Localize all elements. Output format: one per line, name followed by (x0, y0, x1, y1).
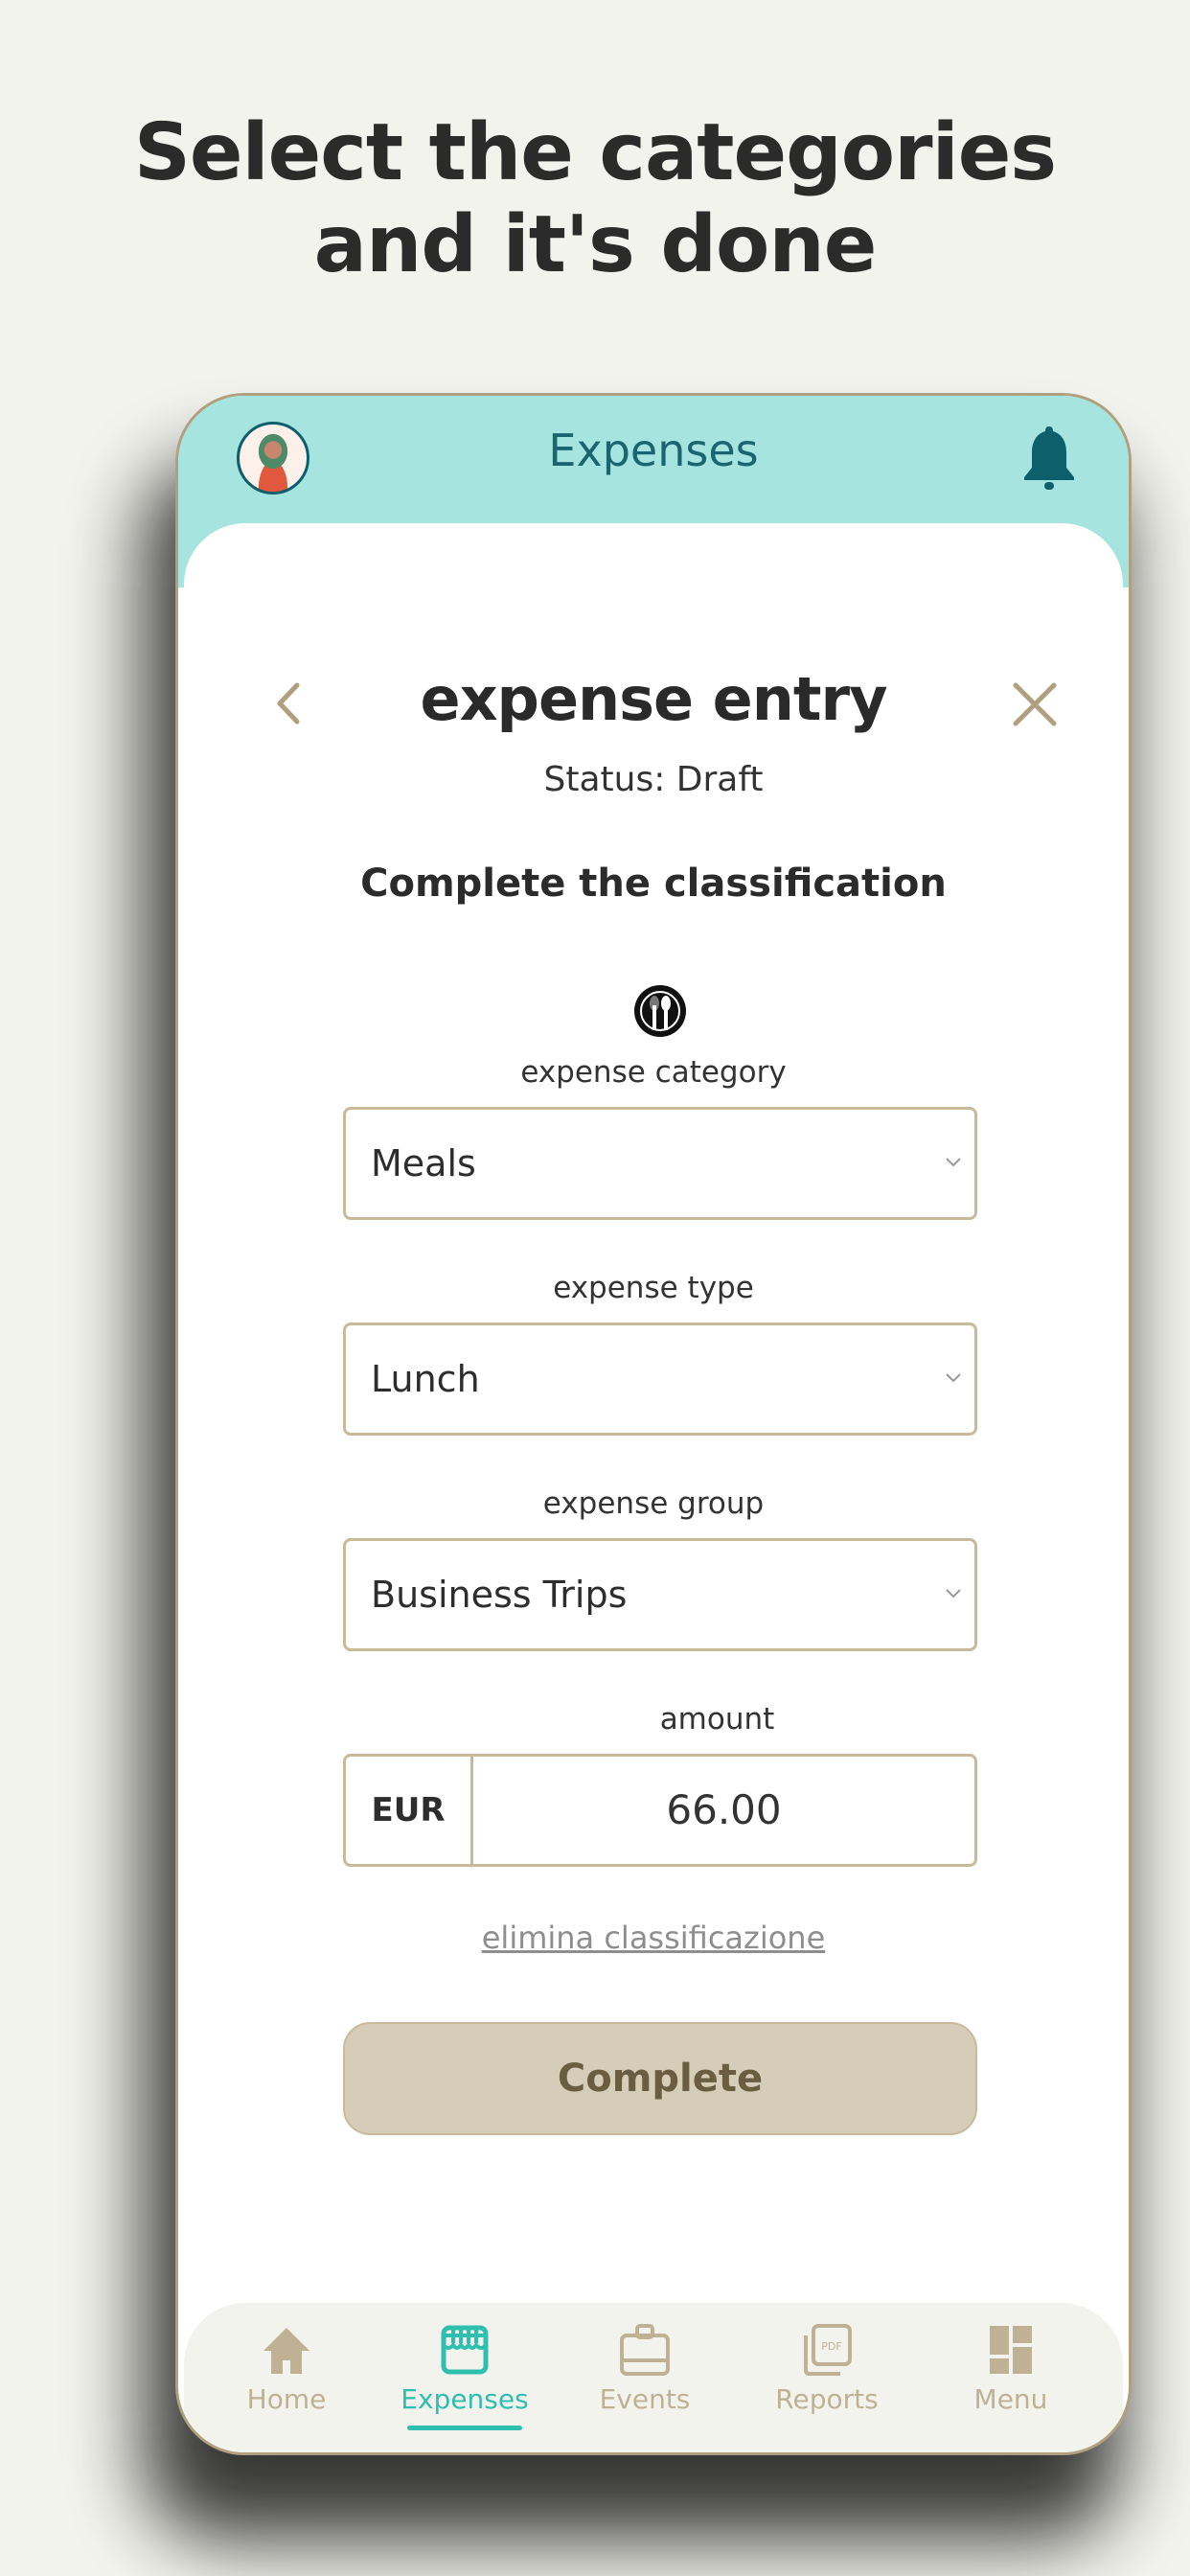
tab-label: Events (599, 2383, 691, 2415)
category-select[interactable]: Meals (343, 1107, 977, 1220)
entry-title: expense entry (420, 664, 888, 734)
dashboard-icon (990, 2326, 1032, 2374)
chevron-down-icon (946, 1589, 961, 1598)
tab-home[interactable]: Home (205, 2322, 368, 2437)
group-label: expense group (542, 1486, 765, 1521)
section-subtitle: Complete the classification (360, 862, 947, 906)
cutlery-icon (634, 985, 686, 1037)
headline: Select the categories and it's done (0, 107, 1190, 291)
home-icon (263, 2328, 309, 2374)
tab-reports[interactable]: PDF Reports (745, 2322, 908, 2437)
close-icon[interactable] (1010, 679, 1060, 729)
currency-select[interactable]: EUR (346, 1757, 473, 1864)
svg-text:PDF: PDF (821, 2340, 841, 2353)
category-value: Meals (371, 1142, 476, 1184)
group-value: Business Trips (371, 1574, 628, 1616)
remove-classification-link[interactable]: elimina classificazione (178, 1920, 1129, 1956)
amount-field: EUR 66.00 (343, 1754, 977, 1867)
bell-icon[interactable] (1019, 425, 1079, 494)
chevron-down-icon (946, 1158, 961, 1167)
storefront-icon (441, 2325, 489, 2375)
tab-events[interactable]: Events (563, 2322, 726, 2437)
headline-line-1: Select the categories (133, 107, 1057, 198)
amount-input[interactable]: 66.00 (473, 1757, 974, 1864)
tab-expenses[interactable]: Expenses (383, 2322, 546, 2437)
complete-button[interactable]: Complete (343, 2022, 977, 2135)
status-text: Status: Draft (543, 760, 764, 799)
tab-label: Expenses (400, 2383, 529, 2415)
type-label: expense type (553, 1271, 754, 1305)
amount-label: amount (659, 1702, 775, 1736)
phone-frame: Expenses expense entry Status: Draft Com… (175, 393, 1132, 2455)
tab-menu[interactable]: Menu (929, 2322, 1092, 2437)
pdf-icon: PDF (804, 2324, 852, 2376)
category-label: expense category (520, 1055, 787, 1090)
bottom-tab-bar: Home Expenses Events PDF Reports Menu (184, 2303, 1123, 2452)
headline-line-2: and it's done (313, 199, 878, 290)
tab-label: Home (246, 2383, 327, 2415)
type-select[interactable]: Lunch (343, 1322, 977, 1436)
type-value: Lunch (371, 1358, 480, 1400)
entry-header: expense entry (178, 656, 1129, 734)
tab-label: Reports (775, 2383, 879, 2415)
group-select[interactable]: Business Trips (343, 1538, 977, 1651)
active-tab-indicator (407, 2426, 522, 2430)
briefcase-icon (620, 2324, 670, 2376)
tab-label: Menu (973, 2383, 1048, 2415)
chevron-down-icon (946, 1373, 961, 1383)
app-title: Expenses (548, 425, 759, 476)
